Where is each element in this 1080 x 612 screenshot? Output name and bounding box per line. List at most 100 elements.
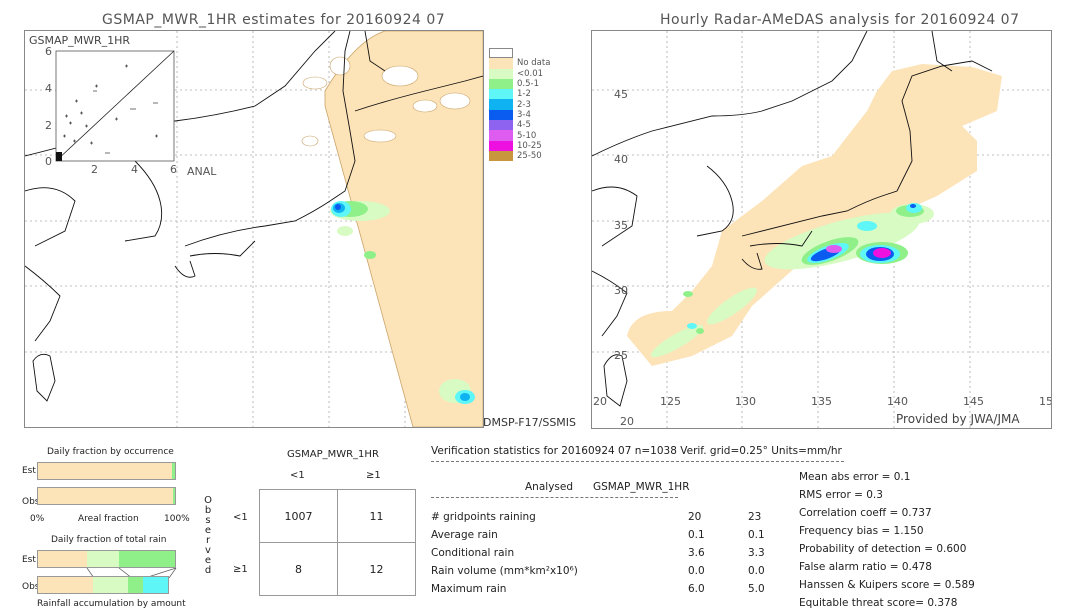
obs-rain-fraction (172, 488, 175, 504)
lon-tick-130: 130 (735, 395, 756, 408)
legend-item: 5-10 (489, 130, 550, 141)
legend-swatch (489, 120, 513, 131)
legend-item: 0.5-1 (489, 78, 550, 90)
score-pod: Probability of detection = 0.600 (799, 543, 967, 555)
est-segment-lt001 (87, 551, 119, 567)
lat-tick-25: 25 (614, 349, 628, 362)
legend-item: No data (489, 58, 550, 69)
observed-label: Observed (204, 495, 212, 576)
occurrence-obs-bar (37, 487, 176, 505)
est-rain-fraction (172, 463, 175, 479)
legend-swatch (489, 78, 513, 90)
occurrence-title: Daily fraction by occurrence (47, 447, 174, 457)
legend-swatch (489, 140, 513, 151)
legend-item: 10-25 (489, 140, 550, 151)
stats-header: Verification statistics for 20160924 07 … (431, 445, 842, 457)
scatter-inset (55, 50, 175, 162)
table-row: 8 12 (259, 542, 416, 596)
legend-swatch (489, 68, 513, 79)
axis-0pct: 0% (30, 514, 45, 524)
col-gsmap: GSMAP_MWR_1HR (593, 481, 690, 493)
accumulation-label: Rainfall accumulation by amount (37, 599, 186, 609)
stat-label: Average rain (431, 529, 498, 541)
cell-hits: 12 (337, 542, 416, 596)
left-map-title: GSMAP_MWR_1HR estimates for 20160924 07 (102, 12, 446, 28)
lon-tick-150: 15 (1039, 395, 1052, 408)
col-header-lt1: <1 (290, 470, 305, 481)
lat-tick-40: 40 (614, 153, 628, 166)
lat-tick-30: 30 (614, 284, 628, 297)
right-map-title: Hourly Radar-AMeDAS analysis for 2016092… (660, 12, 1020, 28)
legend-swatch (489, 58, 513, 69)
columns-divider (431, 497, 678, 498)
legend-swatch (489, 48, 513, 59)
right-map-svg (592, 31, 1051, 428)
stat-label: # gridpoints raining (431, 511, 536, 523)
col-header-ge1: ≥1 (366, 470, 381, 481)
stat-analysed: 0.1 (688, 529, 705, 541)
lat-tick-20: 20 (620, 415, 634, 428)
inset-ytick: 0 (45, 155, 52, 168)
row-header-ge1: ≥1 (233, 564, 248, 575)
legend-item (489, 48, 550, 59)
stat-label: Maximum rain (431, 583, 507, 595)
data-credit: Provided by JWA/JMA (896, 412, 1020, 426)
col-analysed: Analysed (525, 481, 573, 493)
score-far: False alarm ratio = 0.478 (799, 561, 932, 573)
legend-item: 2-3 (489, 99, 550, 110)
left-map-svg (25, 31, 483, 427)
stat-gsmap: 23 (748, 511, 762, 523)
score-rmse: RMS error = 0.3 (799, 489, 883, 501)
scatter-cluster (56, 152, 62, 161)
sensor-label: DMSP-F17/SSMIS (483, 416, 577, 429)
inset-ytick: 6 (45, 45, 52, 58)
right-map-panel: 45 40 35 30 25 20 20 125 130 135 140 145… (591, 30, 1052, 429)
est-segment-nodata (38, 551, 88, 567)
stat-gsmap: 0.1 (748, 529, 765, 541)
lat-tick-45: 45 (614, 88, 628, 101)
obs-no-rain-fraction (38, 488, 173, 504)
score-hk: Hanssen & Kuipers score = 0.589 (799, 579, 975, 591)
obs-segment-nodata (38, 577, 93, 593)
radar-coverage (627, 64, 1002, 366)
header-divider (431, 461, 844, 462)
stat-label: Rain volume (mm*km²x10⁶) (431, 565, 578, 577)
score-frequency-bias: Frequency bias = 1.150 (799, 525, 924, 537)
inset-xtick: 2 (91, 163, 98, 176)
legend-item: 1-2 (489, 89, 550, 100)
left-map-panel: GSMAP_MWR_1HR 6 4 2 0 2 4 6 ANAL (24, 30, 484, 428)
lat-tick-35: 35 (614, 219, 628, 232)
lon-tick-125: 125 (660, 395, 681, 408)
legend-swatch (489, 89, 513, 100)
lon-tick-120: 20 (593, 395, 607, 408)
score-correlation: Correlation coeff = 0.737 (799, 507, 932, 519)
legend-swatch (489, 99, 513, 110)
occurrence-est-bar (37, 462, 176, 480)
axis-areal-fraction: Areal fraction (78, 514, 139, 524)
legend-item: 4-5 (489, 120, 550, 131)
inset-xtick: 6 (170, 163, 177, 176)
cell-false-alarms: 11 (337, 489, 416, 543)
inset-ytick: 2 (45, 119, 52, 132)
score-mae: Mean abs error = 0.1 (799, 471, 911, 483)
legend-item: 3-4 (489, 109, 550, 121)
obs-segment-lt001 (92, 577, 128, 593)
stat-gsmap: 3.3 (748, 547, 765, 559)
est-segment-05-1 (118, 551, 175, 567)
legend-item: <0.01 (489, 68, 550, 79)
stat-gsmap: 5.0 (748, 583, 765, 595)
est-no-rain-fraction (38, 463, 173, 479)
occurrence-est-label: Est (22, 466, 36, 476)
color-legend: No data <0.01 0.5-1 1-2 2-3 3-4 4-5 5-10… (489, 48, 550, 162)
stat-label: Conditional rain (431, 547, 515, 559)
legend-swatch (489, 150, 513, 162)
total-rain-est-bar (37, 550, 176, 568)
inset-xtick: 4 (131, 163, 138, 176)
obs-segment-1-2 (143, 577, 168, 593)
obs-segment-05-1 (127, 577, 144, 593)
cell-hits-none: 1007 (259, 489, 338, 543)
contingency-table: 1007 11 8 12 (259, 489, 416, 596)
total-rain-est-label: Est (22, 555, 36, 565)
inset-xaxis-label: ANAL (187, 165, 217, 178)
table-row: 1007 11 (259, 489, 416, 543)
